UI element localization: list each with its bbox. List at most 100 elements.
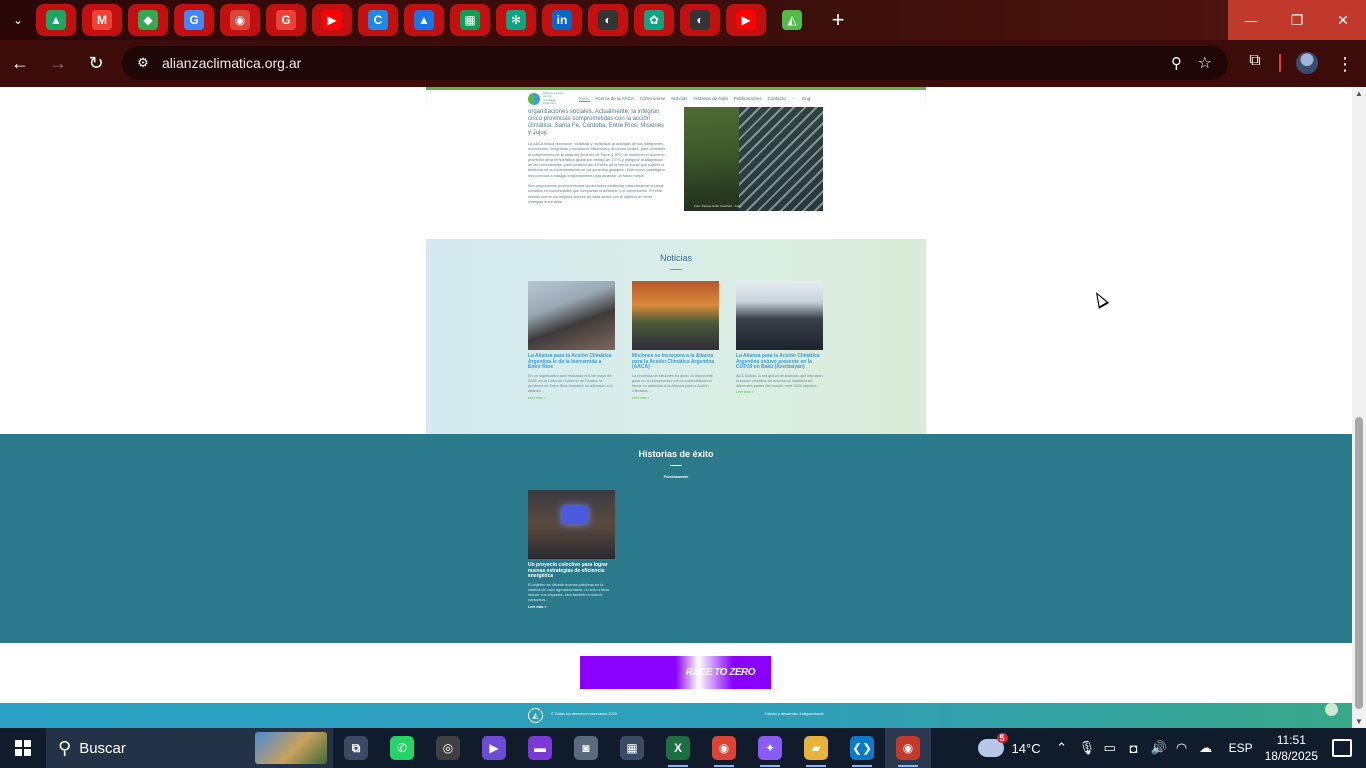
- forward-button[interactable]: →: [40, 46, 76, 82]
- minimize-button[interactable]: —: [1228, 0, 1274, 40]
- github-tab[interactable]: ◐: [588, 4, 628, 36]
- wifi-icon[interactable]: ◠: [1175, 740, 1189, 756]
- nav-link[interactable]: Acerca de la AACA: [596, 96, 634, 102]
- news-card[interactable]: La Alianza para la Acción Climática Arge…: [528, 281, 615, 400]
- page-scrollbar[interactable]: ▲ ▼: [1352, 87, 1366, 728]
- site-logo-text[interactable]: Alianza para la Acción Climática Argenti…: [543, 91, 565, 106]
- story-card-title[interactable]: Un proyecto colectivo para lograr nuevas…: [528, 562, 615, 580]
- back-button[interactable]: ←: [2, 46, 38, 82]
- volume-icon[interactable]: 🔊: [1151, 740, 1167, 756]
- restore-button[interactable]: ❐: [1274, 0, 1320, 40]
- taskbar-search[interactable]: ⚲ Buscar: [46, 728, 333, 768]
- scroll-down-arrow-icon[interactable]: ▼: [1355, 717, 1363, 726]
- google-search-tab[interactable]: G: [266, 4, 306, 36]
- news-card-title[interactable]: Misiones se incorpora a la Alianza para …: [632, 353, 719, 371]
- notifications-icon[interactable]: [1332, 739, 1352, 757]
- nav-link[interactable]: Noticias: [671, 96, 687, 102]
- news-card[interactable]: La Alianza para la Acción Climática Arge…: [736, 281, 823, 394]
- read-more-link[interactable]: Leer más »: [736, 390, 823, 394]
- nav-link[interactable]: Publicaciones: [734, 96, 762, 102]
- profile-avatar[interactable]: [1296, 52, 1318, 74]
- ads-tab[interactable]: ▲: [404, 4, 444, 36]
- tab-search-chevron-icon[interactable]: ⌄: [0, 0, 36, 40]
- excel-taskbar-button[interactable]: X: [655, 728, 701, 768]
- news-card-title[interactable]: La Alianza para la Acción Climática Arge…: [528, 353, 615, 371]
- nav-link[interactable]: Historias de éxito: [693, 96, 728, 102]
- aaca-logo-icon[interactable]: [528, 92, 540, 105]
- youtube-tab[interactable]: ▶: [312, 4, 352, 36]
- news-image-misiones[interactable]: [632, 281, 719, 350]
- camera-icon[interactable]: ◘: [1127, 741, 1141, 756]
- media-player-taskbar-button[interactable]: ▶: [471, 728, 517, 768]
- zoom-icon[interactable]: ⚲: [1171, 54, 1182, 72]
- nav-link[interactable]: Inicio: [579, 96, 590, 102]
- google-translate-tab[interactable]: G: [174, 4, 214, 36]
- chrome-taskbar-button[interactable]: ◉: [701, 728, 747, 768]
- news-image-cop29[interactable]: [736, 281, 823, 350]
- task-view-taskbar-button[interactable]: ⧉: [333, 728, 379, 768]
- footer-logo-icon[interactable]: ◭: [528, 708, 543, 723]
- sheets-tab[interactable]: ▦: [450, 4, 490, 36]
- clock[interactable]: 11:51 18/8/2025: [1265, 732, 1318, 764]
- race-to-zero-banner[interactable]: RACE TO ZERO: [580, 656, 771, 689]
- microphone-icon[interactable]: 🎙: [1079, 740, 1096, 756]
- chrome-profile-taskbar-button[interactable]: ◉: [885, 728, 931, 768]
- address-url[interactable]: alianzaclimatica.org.ar: [162, 55, 301, 71]
- news-card[interactable]: Misiones se incorpora a la Alianza para …: [632, 281, 719, 400]
- close-window-button[interactable]: ✕: [1320, 0, 1366, 40]
- scrollbar-thumb[interactable]: [1355, 417, 1363, 709]
- footer-credit-link[interactable]: Diseño y desarrollo: indigocomunic: [765, 712, 824, 716]
- clipchamp-taskbar-button[interactable]: ▬: [517, 728, 563, 768]
- calculator-taskbar-button[interactable]: ▦: [609, 728, 655, 768]
- obs-taskbar-button[interactable]: ◎: [425, 728, 471, 768]
- github-tab-2[interactable]: ◐: [680, 4, 720, 36]
- input-language[interactable]: ESP: [1229, 741, 1253, 755]
- search-highlight-image[interactable]: [255, 732, 327, 764]
- nav-link[interactable]: Contacto: [768, 96, 786, 102]
- taskbar-search-placeholder[interactable]: Buscar: [79, 740, 126, 757]
- google-drive-tab[interactable]: ▲: [36, 4, 76, 36]
- site-info-icon[interactable]: ⚙: [128, 55, 158, 71]
- read-more-link[interactable]: Leer más »: [632, 396, 719, 400]
- chatgpt-tab[interactable]: ✿: [634, 4, 674, 36]
- github-favicon-icon: ◐: [690, 10, 710, 30]
- story-card[interactable]: Un proyecto colectivo para lograr nuevas…: [528, 490, 615, 609]
- read-more-link[interactable]: Leer más »: [528, 605, 615, 609]
- start-button[interactable]: [0, 728, 46, 768]
- new-tab-button[interactable]: +: [822, 4, 854, 36]
- weather-widget[interactable]: 5 14°C: [977, 733, 1041, 757]
- linkedin-tab[interactable]: in: [542, 4, 582, 36]
- nav-link[interactable]: ···: [792, 96, 797, 102]
- classroom-tab[interactable]: C: [358, 4, 398, 36]
- openai-tab[interactable]: ✻: [496, 4, 536, 36]
- file-explorer-taskbar-button[interactable]: ▰: [793, 728, 839, 768]
- news-image-entre-rios[interactable]: [528, 281, 615, 350]
- youtube-tab-2[interactable]: ▶: [726, 4, 766, 36]
- bookmark-star-icon[interactable]: ☆: [1198, 53, 1212, 73]
- onedrive-icon[interactable]: ☁: [1199, 740, 1213, 756]
- vscode-taskbar-button[interactable]: ❮❯: [839, 728, 885, 768]
- browser-menu-icon[interactable]: ⋮: [1336, 50, 1354, 78]
- read-more-link[interactable]: Leer más »: [528, 396, 615, 400]
- battery-icon[interactable]: ▭: [1103, 740, 1117, 756]
- alianza-tab[interactable]: ◭: [772, 4, 812, 36]
- clock-date: 18/8/2025: [1264, 749, 1318, 763]
- news-card-title[interactable]: La Alianza para la Acción Climática Arge…: [736, 353, 823, 371]
- copilot-taskbar-button[interactable]: ✦: [747, 728, 793, 768]
- nav-link[interactable]: Eng: [802, 96, 810, 102]
- chevron-up-icon[interactable]: ⌃: [1055, 740, 1069, 756]
- story-image[interactable]: [528, 490, 615, 559]
- address-bar[interactable]: ⚙ alianzaclimatica.org.ar ⚲ ☆: [122, 46, 1228, 80]
- nav-link[interactable]: Cómo unirse: [640, 96, 666, 102]
- scroll-up-arrow-icon[interactable]: ▲: [1355, 89, 1363, 98]
- reload-button[interactable]: ↻: [78, 46, 114, 82]
- chrome-tab[interactable]: ◉: [220, 4, 260, 36]
- gmail-tab[interactable]: M: [82, 4, 122, 36]
- camera-taskbar-button[interactable]: ◙: [563, 728, 609, 768]
- whatsapp-taskbar-button[interactable]: ✆: [379, 728, 425, 768]
- race-to-zero-text[interactable]: RACE TO ZERO: [686, 667, 756, 678]
- camera-icon: ◙: [574, 736, 598, 760]
- extensions-puzzle-icon[interactable]: ⧉: [1243, 52, 1267, 76]
- google-maps-tab[interactable]: ◆: [128, 4, 168, 36]
- floating-widget-icon[interactable]: [1325, 703, 1338, 716]
